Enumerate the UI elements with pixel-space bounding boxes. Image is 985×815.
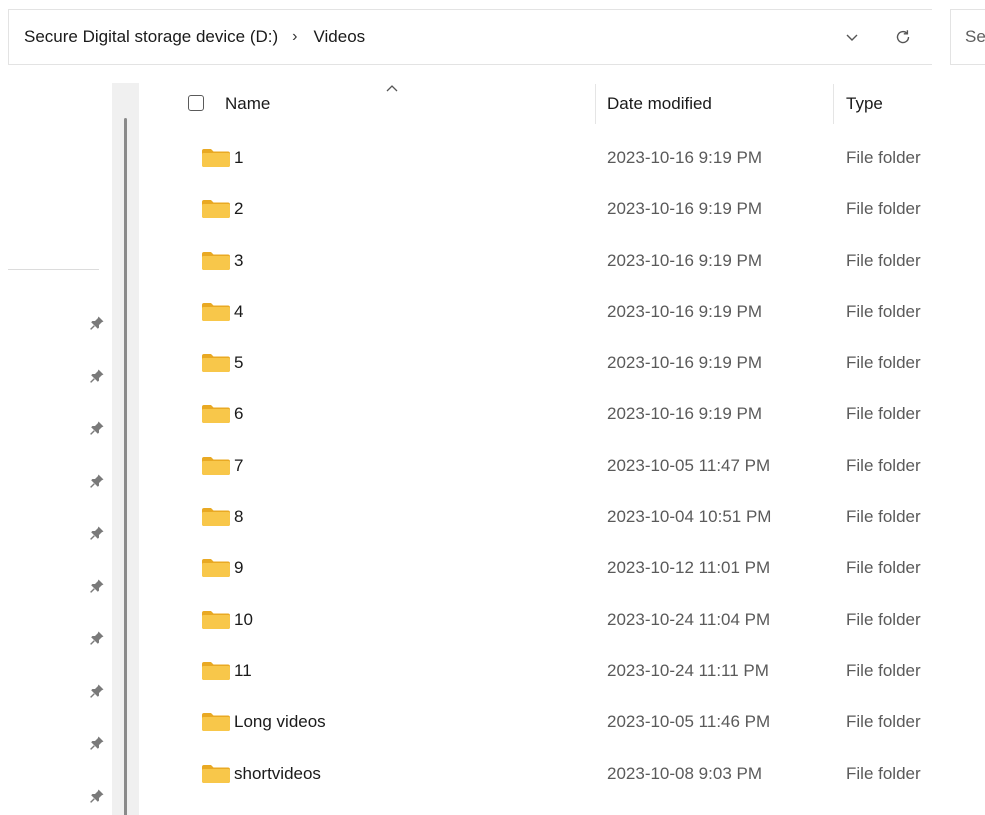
date-modified: 2023-10-05 11:47 PM — [607, 455, 771, 475]
date-modified: 2023-10-16 9:19 PM — [607, 404, 762, 424]
file-rows: 1 2023-10-16 9:19 PM File folder 2 2023-10-1… — [145, 132, 985, 799]
file-name[interactable]: 8 — [234, 491, 243, 542]
breadcrumb-drive[interactable]: Secure Digital storage device (D:) — [24, 27, 278, 47]
table-row[interactable]: 10 2023-10-24 11:04 PM File folder — [145, 594, 985, 645]
date-modified: 2023-10-16 9:19 PM — [607, 301, 762, 321]
file-type: File folder — [846, 148, 921, 167]
folder-icon — [201, 353, 231, 373]
pin-icon[interactable] — [88, 577, 106, 595]
table-row[interactable]: 7 2023-10-05 11:47 PM File folder — [145, 440, 985, 491]
folder-icon — [201, 456, 231, 476]
date-modified: 2023-10-24 11:04 PM — [607, 609, 771, 629]
refresh-icon[interactable] — [889, 23, 917, 51]
file-name[interactable]: 7 — [234, 440, 243, 491]
folder-icon — [201, 404, 231, 424]
file-name[interactable]: shortvideos — [234, 748, 321, 799]
nav-scrollbar-thumb[interactable] — [124, 118, 127, 815]
file-name[interactable]: 2 — [234, 183, 243, 234]
file-name[interactable]: 3 — [234, 235, 243, 286]
select-all-checkbox[interactable] — [188, 95, 204, 111]
table-row[interactable]: Long videos 2023-10-05 11:46 PM File folde… — [145, 696, 985, 747]
date-modified: 2023-10-05 11:46 PM — [607, 712, 771, 732]
file-name[interactable]: Long videos — [234, 696, 326, 747]
file-type: File folder — [846, 455, 921, 475]
table-row[interactable]: 6 2023-10-16 9:19 PM File folder — [145, 388, 985, 439]
file-explorer-window: Secure Digital storage device (D:) › Vid… — [0, 0, 985, 815]
column-divider[interactable] — [833, 84, 834, 124]
navigation-pane — [0, 66, 145, 815]
file-name[interactable]: 4 — [234, 286, 243, 337]
date-modified: 2023-10-04 10:51 PM — [607, 507, 772, 527]
file-type: File folder — [846, 301, 921, 321]
address-bar[interactable]: Secure Digital storage device (D:) › Vid… — [8, 9, 932, 65]
column-header-type[interactable]: Type — [846, 66, 883, 142]
table-row[interactable]: 8 2023-10-04 10:51 PM File folder — [145, 491, 985, 542]
folder-icon — [201, 199, 231, 219]
file-name[interactable]: 9 — [234, 542, 243, 593]
file-type: File folder — [846, 609, 921, 629]
nav-divider — [8, 269, 99, 270]
file-name[interactable]: 1 — [234, 132, 243, 183]
table-row[interactable]: 3 2023-10-16 9:19 PM File folder — [145, 235, 985, 286]
file-type: File folder — [846, 558, 921, 578]
table-row[interactable]: 11 2023-10-24 11:11 PM File folder — [145, 645, 985, 696]
file-type: File folder — [846, 712, 921, 732]
pin-icon[interactable] — [88, 787, 106, 805]
file-type: File folder — [846, 353, 921, 373]
file-type: File folder — [846, 404, 921, 424]
table-row[interactable]: 9 2023-10-12 11:01 PM File folder — [145, 542, 985, 593]
date-modified: 2023-10-08 9:03 PM — [607, 763, 762, 783]
folder-icon — [201, 507, 231, 527]
chevron-up-icon — [385, 80, 399, 92]
file-type: File folder — [846, 250, 921, 270]
pin-icon[interactable] — [88, 314, 106, 332]
search-input[interactable]: Se — [950, 9, 985, 65]
table-row[interactable]: 2 2023-10-16 9:19 PM File folder — [145, 183, 985, 234]
nav-scrollbar[interactable] — [112, 83, 139, 815]
table-row[interactable]: shortvideos 2023-10-08 9:03 PM File folder — [145, 748, 985, 799]
file-name[interactable]: 11 — [234, 645, 252, 696]
date-modified: 2023-10-16 9:19 PM — [607, 353, 762, 373]
folder-icon — [201, 764, 231, 784]
pin-icon[interactable] — [88, 682, 106, 700]
chevron-down-icon[interactable] — [839, 24, 865, 50]
pin-icon[interactable] — [88, 367, 106, 385]
file-type: File folder — [846, 199, 921, 219]
column-header-date-modified[interactable]: Date modified — [607, 66, 712, 142]
folder-icon — [201, 302, 231, 322]
file-type: File folder — [846, 763, 921, 783]
breadcrumb-videos[interactable]: Videos — [314, 27, 366, 47]
pin-icon[interactable] — [88, 734, 106, 752]
folder-icon — [201, 148, 231, 168]
file-name[interactable]: 6 — [234, 388, 243, 439]
table-row[interactable]: 4 2023-10-16 9:19 PM File folder — [145, 286, 985, 337]
folder-icon — [201, 558, 231, 578]
file-type: File folder — [846, 660, 921, 680]
pin-icon[interactable] — [88, 419, 106, 437]
date-modified: 2023-10-16 9:19 PM — [607, 199, 762, 219]
folder-icon — [201, 712, 231, 732]
column-divider[interactable] — [595, 84, 596, 124]
table-row[interactable]: 1 2023-10-16 9:19 PM File folder — [145, 132, 985, 183]
table-row[interactable]: 5 2023-10-16 9:19 PM File folder — [145, 337, 985, 388]
pin-icon[interactable] — [88, 629, 106, 647]
pin-icon[interactable] — [88, 524, 106, 542]
file-name[interactable]: 10 — [234, 594, 253, 645]
folder-icon — [201, 251, 231, 271]
file-name[interactable]: 5 — [234, 337, 243, 388]
breadcrumb: Secure Digital storage device (D:) › Vid… — [24, 10, 365, 64]
date-modified: 2023-10-16 9:19 PM — [607, 148, 762, 167]
folder-icon — [201, 610, 231, 630]
date-modified: 2023-10-12 11:01 PM — [607, 558, 771, 578]
breadcrumb-separator[interactable]: › — [292, 28, 297, 46]
file-list: Name Date modified Type 1 2023-10-16 9:19… — [145, 66, 985, 815]
date-modified: 2023-10-16 9:19 PM — [607, 250, 762, 270]
date-modified: 2023-10-24 11:11 PM — [607, 660, 769, 680]
folder-icon — [201, 661, 231, 681]
pin-icon[interactable] — [88, 472, 106, 490]
file-type: File folder — [846, 507, 921, 527]
column-header-name[interactable]: Name — [225, 66, 270, 142]
